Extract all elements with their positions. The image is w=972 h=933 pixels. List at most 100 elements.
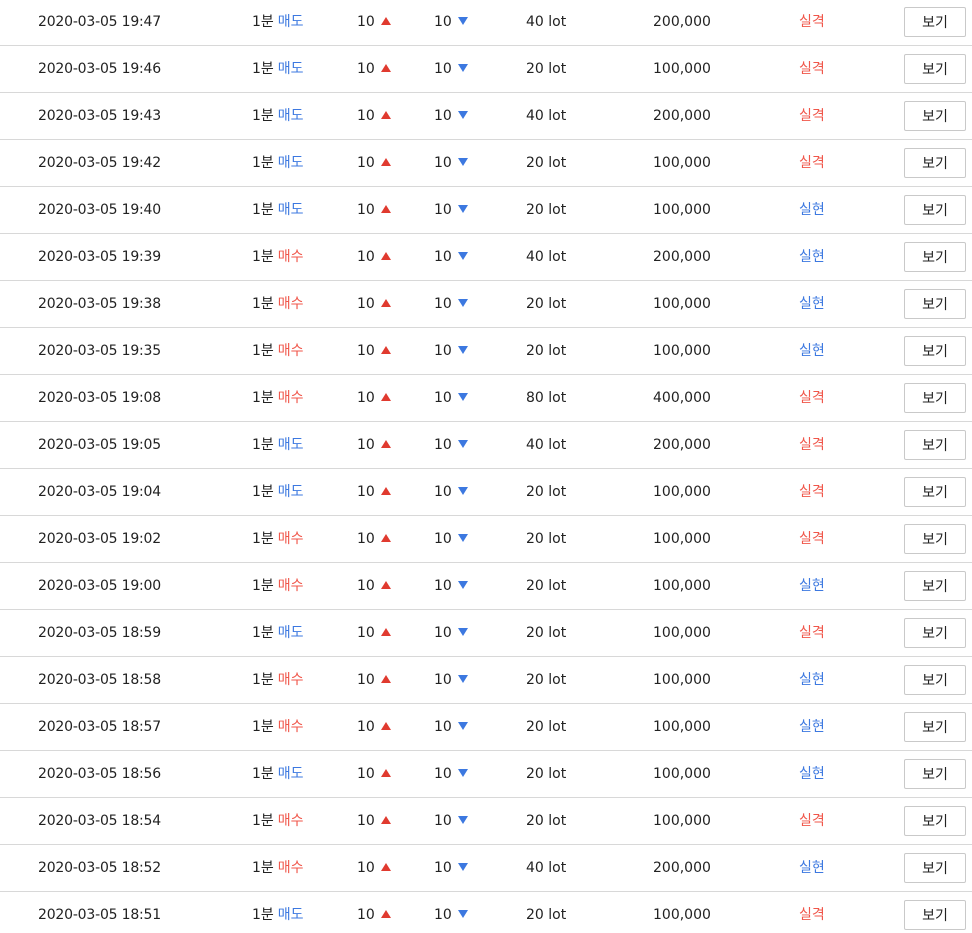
up-count: 10: [357, 704, 391, 750]
trade-datetime: 2020-03-05 18:54: [38, 813, 161, 829]
trade-datetime: 2020-03-05 19:05: [38, 437, 161, 453]
up-count-value: 10: [357, 296, 375, 312]
view-button[interactable]: 보기: [904, 336, 966, 366]
down-arrow-icon: [457, 722, 468, 730]
up-count: 10: [357, 234, 391, 280]
timeframe-label: 1분: [252, 484, 274, 500]
down-count-value: 10: [434, 437, 452, 453]
trade-amount: 100,000: [653, 61, 711, 77]
down-count: 10: [434, 704, 468, 750]
view-button[interactable]: 보기: [904, 289, 966, 319]
down-count-value: 10: [434, 343, 452, 359]
view-button[interactable]: 보기: [904, 806, 966, 836]
up-arrow-icon: [380, 816, 391, 824]
trade-type: 1분 매수: [252, 704, 304, 750]
timeframe-label: 1분: [252, 719, 274, 735]
view-button-cell: 보기: [904, 759, 966, 789]
trade-amount: 200,000: [653, 14, 711, 30]
down-count-value: 10: [434, 249, 452, 265]
trade-datetime: 2020-03-05 19:46: [38, 61, 161, 77]
up-arrow-icon: [380, 581, 391, 589]
trade-amount: 200,000: [653, 437, 711, 453]
down-count-value: 10: [434, 531, 452, 547]
view-button[interactable]: 보기: [904, 7, 966, 37]
trade-amount: 100,000: [653, 813, 711, 829]
view-button[interactable]: 보기: [904, 853, 966, 883]
down-count: 10: [434, 892, 468, 933]
view-button[interactable]: 보기: [904, 712, 966, 742]
view-button[interactable]: 보기: [904, 54, 966, 84]
up-count-value: 10: [357, 813, 375, 829]
up-count: 10: [357, 892, 391, 933]
lot-size: 20 lot: [526, 578, 567, 594]
lot-size: 80 lot: [526, 390, 567, 406]
trade-amount: 100,000: [653, 531, 711, 547]
down-arrow-icon: [457, 252, 468, 260]
trade-type: 1분 매도: [252, 46, 304, 92]
side-label: 매도: [277, 625, 304, 641]
view-button[interactable]: 보기: [904, 665, 966, 695]
down-count: 10: [434, 845, 468, 891]
view-button[interactable]: 보기: [904, 759, 966, 789]
timeframe-label: 1분: [252, 813, 274, 829]
up-count: 10: [357, 516, 391, 562]
result-status: 실현: [799, 343, 825, 359]
side-label: 매수: [277, 249, 304, 265]
view-button[interactable]: 보기: [904, 430, 966, 460]
timeframe-label: 1분: [252, 108, 274, 124]
down-arrow-icon: [457, 111, 468, 119]
lot-size: 40 lot: [526, 249, 567, 265]
up-count: 10: [357, 93, 391, 139]
view-button[interactable]: 보기: [904, 571, 966, 601]
up-count-value: 10: [357, 14, 375, 30]
side-label: 매도: [277, 907, 304, 923]
result-status: 실현: [799, 578, 825, 594]
trade-datetime: 2020-03-05 19:43: [38, 108, 161, 124]
trade-type: 1분 매도: [252, 93, 304, 139]
table-row: 2020-03-05 19:47 1분 매도 10 10 40 lot 200,000 실격 보…: [0, 0, 972, 46]
side-label: 매수: [277, 813, 304, 829]
trade-datetime: 2020-03-05 19:40: [38, 202, 161, 218]
view-button[interactable]: 보기: [904, 148, 966, 178]
view-button-cell: 보기: [904, 7, 966, 37]
down-arrow-icon: [457, 534, 468, 542]
view-button[interactable]: 보기: [904, 900, 966, 930]
result-status: 실격: [799, 108, 825, 124]
trade-datetime: 2020-03-05 18:57: [38, 719, 161, 735]
up-count: 10: [357, 328, 391, 374]
table-row: 2020-03-05 19:35 1분 매수 10 10 20 lot 100,000 실현 보…: [0, 328, 972, 375]
trade-amount: 100,000: [653, 296, 711, 312]
down-count-value: 10: [434, 625, 452, 641]
down-count: 10: [434, 798, 468, 844]
view-button[interactable]: 보기: [904, 101, 966, 131]
view-button[interactable]: 보기: [904, 383, 966, 413]
timeframe-label: 1분: [252, 860, 274, 876]
lot-size: 40 lot: [526, 437, 567, 453]
table-row: 2020-03-05 19:38 1분 매수 10 10 20 lot 100,000 실현 보…: [0, 281, 972, 328]
up-arrow-icon: [380, 487, 391, 495]
up-count-value: 10: [357, 625, 375, 641]
down-count: 10: [434, 516, 468, 562]
view-button[interactable]: 보기: [904, 524, 966, 554]
view-button[interactable]: 보기: [904, 242, 966, 272]
side-label: 매도: [277, 14, 304, 30]
trade-datetime: 2020-03-05 18:59: [38, 625, 161, 641]
trade-amount: 400,000: [653, 390, 711, 406]
down-arrow-icon: [457, 675, 468, 683]
up-count: 10: [357, 657, 391, 703]
trade-amount: 100,000: [653, 625, 711, 641]
down-arrow-icon: [457, 487, 468, 495]
result-status: 실현: [799, 860, 825, 876]
view-button[interactable]: 보기: [904, 477, 966, 507]
up-count-value: 10: [357, 202, 375, 218]
table-row: 2020-03-05 18:54 1분 매수 10 10 20 lot 100,000 실격 보…: [0, 798, 972, 845]
view-button[interactable]: 보기: [904, 618, 966, 648]
trade-amount: 100,000: [653, 766, 711, 782]
table-row: 2020-03-05 19:04 1분 매도 10 10 20 lot 100,000 실격 보…: [0, 469, 972, 516]
timeframe-label: 1분: [252, 390, 274, 406]
trade-amount: 100,000: [653, 484, 711, 500]
up-count: 10: [357, 469, 391, 515]
table-row: 2020-03-05 19:02 1분 매수 10 10 20 lot 100,000 실격 보…: [0, 516, 972, 563]
timeframe-label: 1분: [252, 578, 274, 594]
view-button[interactable]: 보기: [904, 195, 966, 225]
